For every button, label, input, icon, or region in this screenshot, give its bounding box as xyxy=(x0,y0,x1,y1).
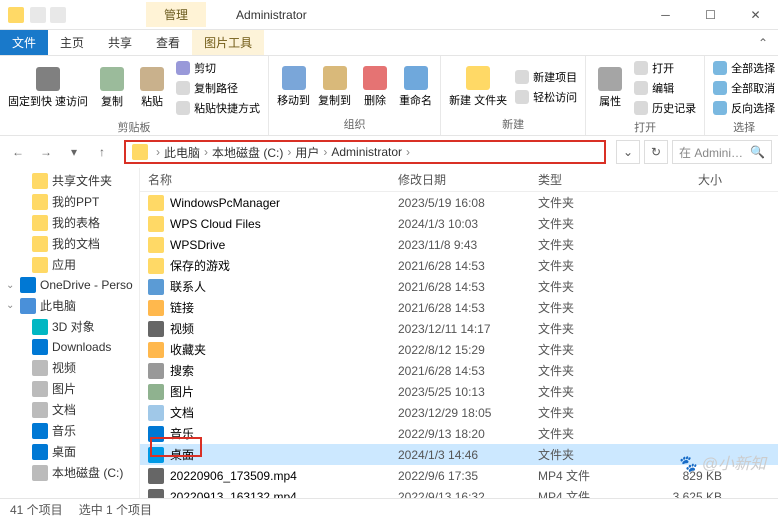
tree-node[interactable]: 桌面 xyxy=(0,441,139,462)
open-button[interactable]: 打开 xyxy=(630,58,700,78)
select-none-button[interactable]: 全部取消 xyxy=(709,78,778,98)
group-organize: 组织 xyxy=(273,115,436,133)
watermark: 🐾 @小新知 xyxy=(677,450,766,474)
rename-button[interactable]: 重命名 xyxy=(395,58,436,115)
col-name[interactable]: 名称 xyxy=(140,171,390,188)
copy-button[interactable]: 复制 xyxy=(92,58,132,118)
file-row[interactable]: 保存的游戏2021/6/28 14:53文件夹 xyxy=(140,255,778,276)
pin-button[interactable]: 固定到快 速访问 xyxy=(4,58,92,118)
file-row[interactable]: WindowsPcManager2023/5/19 16:08文件夹 xyxy=(140,192,778,213)
titlebar: 管理 Administrator ─ ☐ ✕ xyxy=(0,0,778,30)
recent-button[interactable]: ▾ xyxy=(62,140,86,164)
file-row[interactable]: 视频2023/12/11 14:17文件夹 xyxy=(140,318,778,339)
tree-node[interactable]: 图片 xyxy=(0,378,139,399)
folder-icon xyxy=(8,7,24,23)
refresh-button[interactable]: ↻ xyxy=(644,140,668,164)
list-header[interactable]: 名称 修改日期 类型 大小 xyxy=(140,168,778,192)
new-item-button[interactable]: 新建项目 xyxy=(511,67,581,87)
file-row[interactable]: WPS Cloud Files2024/1/3 10:03文件夹 xyxy=(140,213,778,234)
history-dropdown[interactable]: ⌄ xyxy=(616,140,640,164)
ribbon-tabs: 文件 主页 共享 查看 图片工具 ⌃ xyxy=(0,30,778,56)
paste-button[interactable]: 粘贴 xyxy=(132,58,172,118)
tree-node[interactable]: 共享文件夹 xyxy=(0,170,139,191)
ribbon-collapse-icon[interactable]: ⌃ xyxy=(748,30,778,55)
selection-count: 选中 1 个项目 xyxy=(79,501,152,518)
item-count: 41 个项目 xyxy=(10,501,63,518)
close-button[interactable]: ✕ xyxy=(733,0,778,29)
file-row[interactable]: 20220913_163132.mp42022/9/13 16:32MP4 文件… xyxy=(140,486,778,498)
move-to-button[interactable]: 移动到 xyxy=(273,58,314,115)
back-button[interactable]: ← xyxy=(6,140,30,164)
tree-node[interactable]: 音乐 xyxy=(0,420,139,441)
group-clipboard: 剪贴板 xyxy=(4,118,264,136)
col-size[interactable]: 大小 xyxy=(630,171,730,188)
tab-file[interactable]: 文件 xyxy=(0,30,48,55)
breadcrumb[interactable]: › 此电脑› 本地磁盘 (C:)› 用户› Administrator› xyxy=(124,140,606,164)
cut-button[interactable]: 剪切 xyxy=(172,58,264,78)
search-input[interactable]: 在 Admini…🔍 xyxy=(672,140,772,164)
search-icon: 🔍 xyxy=(750,145,765,159)
maximize-button[interactable]: ☐ xyxy=(688,0,733,29)
window-title: Administrator xyxy=(236,8,307,22)
select-all-button[interactable]: 全部选择 xyxy=(709,58,778,78)
status-bar: 41 个项目 选中 1 个项目 xyxy=(0,498,778,520)
group-open: 打开 xyxy=(590,118,700,136)
manage-tab[interactable]: 管理 xyxy=(146,2,206,27)
tree-node[interactable]: 我的表格 xyxy=(0,212,139,233)
properties-button[interactable]: 属性 xyxy=(590,58,630,118)
tree-node[interactable]: 我的文档 xyxy=(0,233,139,254)
up-button[interactable]: ↑ xyxy=(90,140,114,164)
edit-button[interactable]: 编辑 xyxy=(630,78,700,98)
folder-icon xyxy=(132,144,148,160)
tree-node[interactable]: 视频 xyxy=(0,357,139,378)
delete-button[interactable]: 删除 xyxy=(355,58,395,115)
group-new: 新建 xyxy=(445,115,581,133)
quick-access-toolbar[interactable] xyxy=(30,7,66,23)
tab-view[interactable]: 查看 xyxy=(144,30,192,55)
tree-node[interactable]: 我的PPT xyxy=(0,191,139,212)
file-row[interactable]: 音乐2022/9/13 18:20文件夹 xyxy=(140,423,778,444)
new-folder-button[interactable]: 新建 文件夹 xyxy=(445,58,511,115)
tab-share[interactable]: 共享 xyxy=(96,30,144,55)
tree-node[interactable]: 本地磁盘 (C:) xyxy=(0,462,139,483)
col-date[interactable]: 修改日期 xyxy=(390,171,530,188)
col-type[interactable]: 类型 xyxy=(530,171,630,188)
paste-shortcut-button[interactable]: 粘贴快捷方式 xyxy=(172,98,264,118)
ribbon: 固定到快 速访问 复制 粘贴 剪切 复制路径 粘贴快捷方式 剪贴板 移动到 复制… xyxy=(0,56,778,136)
nav-tree[interactable]: 共享文件夹我的PPT我的表格我的文档应用⌄OneDrive - Perso⌄此电… xyxy=(0,168,140,498)
invert-selection-button[interactable]: 反向选择 xyxy=(709,98,778,118)
tree-node[interactable]: 文档 xyxy=(0,399,139,420)
file-row[interactable]: 图片2023/5/25 10:13文件夹 xyxy=(140,381,778,402)
tree-node[interactable]: ⌄此电脑 xyxy=(0,295,139,316)
file-row[interactable]: 文档2023/12/29 18:05文件夹 xyxy=(140,402,778,423)
file-row[interactable]: 搜索2021/6/28 14:53文件夹 xyxy=(140,360,778,381)
forward-button[interactable]: → xyxy=(34,140,58,164)
easy-access-button[interactable]: 轻松访问 xyxy=(511,87,581,107)
file-row[interactable]: 链接2021/6/28 14:53文件夹 xyxy=(140,297,778,318)
tab-picture-tools[interactable]: 图片工具 xyxy=(192,30,264,55)
tree-node[interactable]: Downloads xyxy=(0,337,139,357)
group-select: 选择 xyxy=(709,118,778,136)
copy-path-button[interactable]: 复制路径 xyxy=(172,78,264,98)
tree-node[interactable]: 应用 xyxy=(0,254,139,275)
tree-node[interactable]: ⌄OneDrive - Perso xyxy=(0,275,139,295)
minimize-button[interactable]: ─ xyxy=(643,0,688,29)
copy-to-button[interactable]: 复制到 xyxy=(314,58,355,115)
tab-home[interactable]: 主页 xyxy=(48,30,96,55)
file-row[interactable]: WPSDrive2023/11/8 9:43文件夹 xyxy=(140,234,778,255)
file-list: 名称 修改日期 类型 大小 WindowsPcManager2023/5/19 … xyxy=(140,168,778,498)
file-row[interactable]: 收藏夹2022/8/12 15:29文件夹 xyxy=(140,339,778,360)
file-row[interactable]: 联系人2021/6/28 14:53文件夹 xyxy=(140,276,778,297)
history-button[interactable]: 历史记录 xyxy=(630,98,700,118)
address-bar: ← → ▾ ↑ › 此电脑› 本地磁盘 (C:)› 用户› Administra… xyxy=(0,136,778,168)
tree-node[interactable]: 3D 对象 xyxy=(0,316,139,337)
